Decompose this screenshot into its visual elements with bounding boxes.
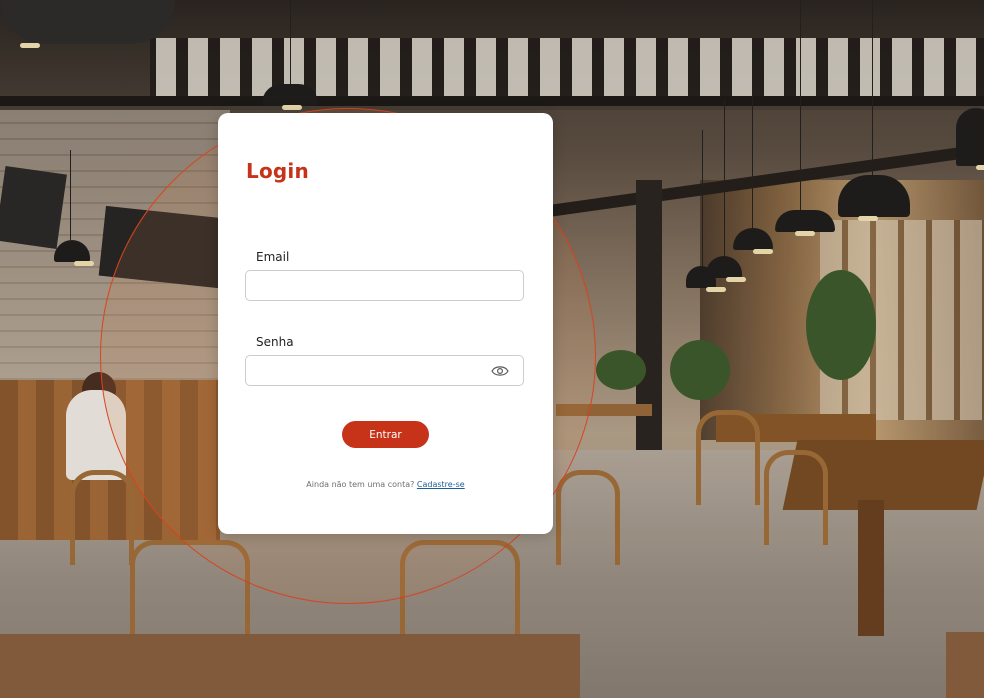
- password-field-box: [245, 355, 524, 386]
- submit-button[interactable]: Entrar: [342, 421, 429, 448]
- password-input[interactable]: [246, 356, 523, 385]
- email-input[interactable]: [246, 271, 523, 300]
- login-title: Login: [246, 159, 309, 183]
- signup-link[interactable]: Cadastre-se: [417, 480, 465, 489]
- signup-prompt-row: Ainda não tem uma conta? Cadastre-se: [218, 480, 553, 489]
- email-field-box: [245, 270, 524, 301]
- eye-icon[interactable]: [491, 364, 509, 378]
- password-label: Senha: [256, 335, 294, 349]
- login-card: Login Email Senha Entrar Ainda não tem u…: [218, 113, 553, 534]
- signup-prompt-text: Ainda não tem uma conta?: [306, 480, 415, 489]
- email-label: Email: [256, 250, 290, 264]
